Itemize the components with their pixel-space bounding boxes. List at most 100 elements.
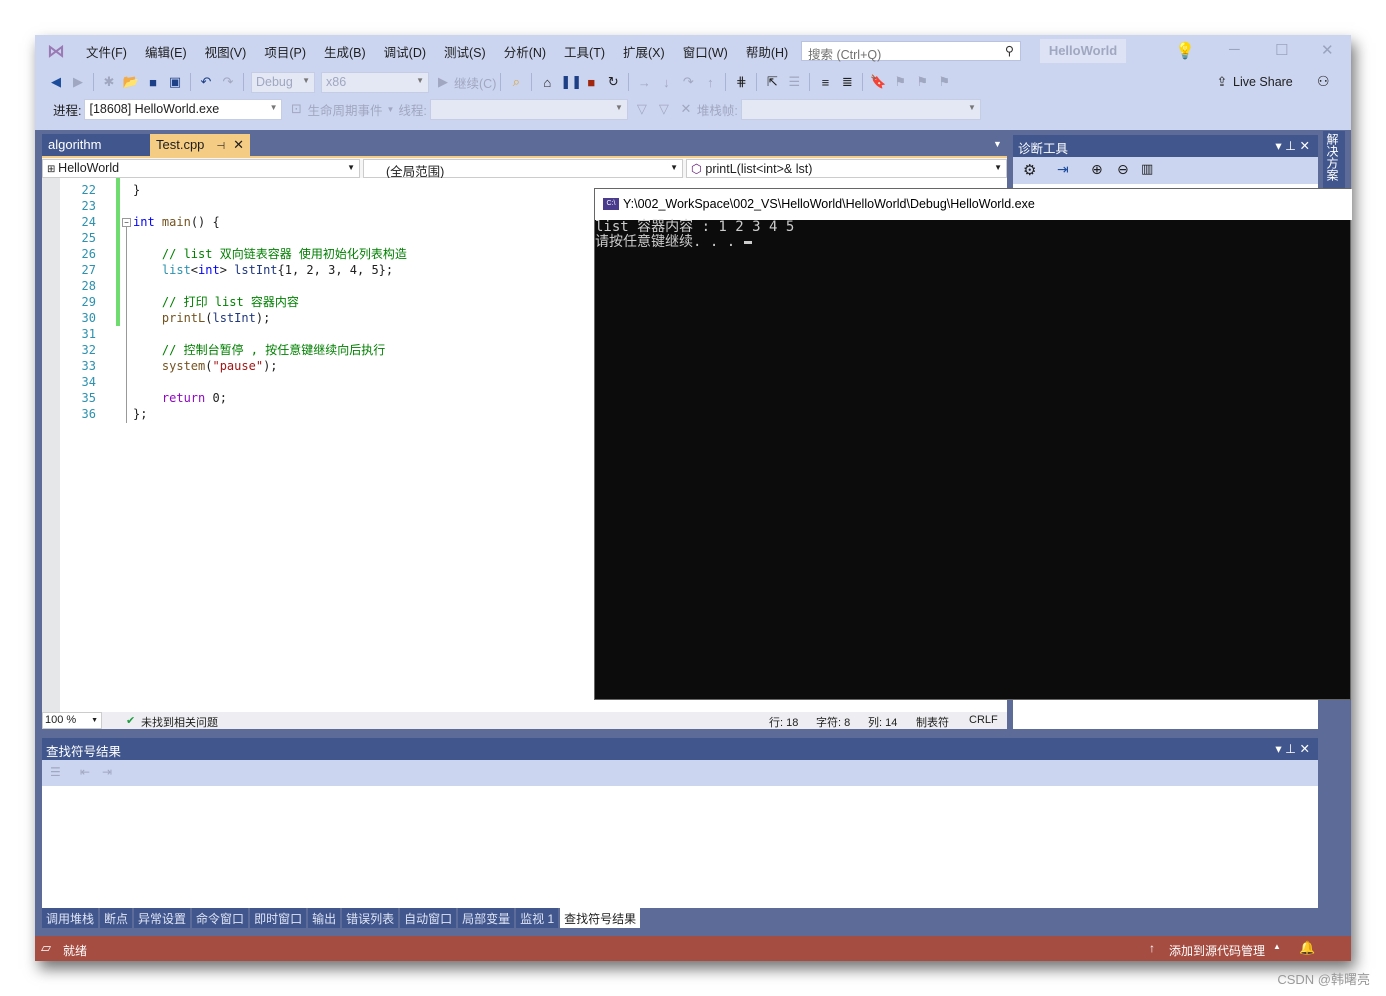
eol-indicator[interactable]: CRLF: [969, 714, 998, 726]
tab-test-cpp[interactable]: Test.cpp ⊣ ✕: [150, 134, 250, 156]
chart-icon[interactable]: ▥: [1141, 161, 1153, 177]
bottom-tab[interactable]: 即时窗口: [250, 908, 307, 928]
config-select[interactable]: Debug ▼: [251, 71, 315, 93]
prev-icon[interactable]: ⇤: [80, 765, 90, 779]
menu-item[interactable]: 工具(T): [555, 42, 614, 61]
stackframe-select[interactable]: ▼: [740, 98, 981, 120]
scope-select[interactable]: (全局范围) ▼: [363, 159, 683, 179]
indent-icon[interactable]: ☰: [785, 74, 803, 90]
menu-item[interactable]: 扩展(X): [614, 42, 674, 61]
close-tab-icon[interactable]: ✕: [233, 137, 244, 152]
flag-threads-icon[interactable]: ✕: [677, 101, 695, 117]
process-select[interactable]: [18608] HelloWorld.exe ▼: [84, 98, 283, 120]
bottom-tab[interactable]: 调用堆栈: [42, 908, 99, 928]
code-line: list<int> lstInt{1, 2, 3, 4, 5};: [133, 262, 407, 278]
project-select[interactable]: ⊞ HelloWorld ▼: [42, 159, 360, 178]
bottom-tab[interactable]: 异常设置: [134, 908, 191, 928]
next-icon[interactable]: ⇥: [102, 765, 112, 779]
lifecycle-events-button[interactable]: 生命周期事件: [307, 100, 382, 119]
bottom-tab[interactable]: 命令窗口: [192, 908, 249, 928]
tab-overflow-icon[interactable]: ▼: [993, 139, 1002, 149]
zoom-out-icon[interactable]: ⊖: [1117, 161, 1129, 178]
code-token: list: [133, 263, 191, 277]
restart-icon[interactable]: ↻: [604, 74, 622, 90]
search-input[interactable]: 搜索 (Ctrl+Q) ⚲: [801, 41, 1021, 62]
back-icon[interactable]: ◀: [47, 74, 65, 90]
pin-icon[interactable]: ⊣: [216, 141, 225, 152]
new-project-icon[interactable]: ✱: [100, 74, 118, 90]
hex-icon[interactable]: ⋕: [732, 74, 750, 90]
screenshot-icon[interactable]: ⌂: [538, 75, 556, 90]
line-number: 27: [81, 263, 96, 277]
bottom-tab[interactable]: 输出: [308, 908, 341, 928]
pause-icon[interactable]: ❚❚: [560, 74, 582, 90]
close-panel-icon[interactable]: ▾ ⊥ ✕: [1275, 138, 1310, 153]
step-over-icon[interactable]: ↷: [679, 74, 697, 90]
bottom-tab[interactable]: 断点: [100, 908, 133, 928]
close-button[interactable]: ✕: [1321, 41, 1334, 59]
menu-item[interactable]: 视图(V): [196, 42, 256, 61]
export-icon[interactable]: ⇥: [1057, 161, 1069, 178]
platform-select[interactable]: x86 ▼: [321, 71, 429, 93]
bottom-tab[interactable]: 监视 1: [516, 908, 559, 928]
prev-bookmark-icon[interactable]: ⚑: [891, 74, 909, 90]
continue-icon[interactable]: ▶: [434, 74, 452, 90]
code-token: <: [190, 263, 199, 277]
menu-item[interactable]: 分析(N): [495, 42, 555, 61]
undo-icon[interactable]: ↶: [197, 74, 215, 90]
tabs-indicator[interactable]: 制表符: [916, 714, 949, 730]
minimize-button[interactable]: ─: [1229, 41, 1240, 58]
menu-item[interactable]: 生成(B): [315, 42, 375, 61]
bottom-tab[interactable]: 自动窗口: [400, 908, 457, 928]
bottom-tab[interactable]: 错误列表: [342, 908, 399, 928]
comment-icon[interactable]: ≡: [816, 75, 834, 90]
close-panel-icon[interactable]: ▾ ⊥ ✕: [1275, 741, 1310, 756]
filter-icon[interactable]: ▽: [633, 101, 651, 117]
clear-bookmarks-icon[interactable]: ⚑: [935, 74, 953, 90]
settings-icon[interactable]: ⚙: [1023, 161, 1036, 179]
step-out-icon[interactable]: ↑: [701, 75, 719, 90]
issues-status[interactable]: 未找到相关问题: [141, 714, 218, 730]
zoom-in-icon[interactable]: ⊕: [1091, 161, 1103, 178]
stop-icon[interactable]: ■: [582, 75, 600, 90]
show-next-statement-icon[interactable]: →: [635, 75, 653, 90]
filter-clear-icon[interactable]: ▽: [655, 101, 673, 117]
menu-item[interactable]: 窗口(W): [674, 42, 737, 61]
menu-item[interactable]: 项目(P): [255, 42, 315, 61]
menu-item[interactable]: 编辑(E): [136, 42, 196, 61]
next-bookmark-icon[interactable]: ⚑: [913, 74, 931, 90]
feedback-icon[interactable]: 💡: [1175, 41, 1195, 61]
zoom-select[interactable]: 100 % ▼: [42, 712, 102, 729]
console-window[interactable]: C:\ Y:\002_WorkSpace\002_VS\HelloWorld\He…: [594, 188, 1352, 700]
thread-select[interactable]: ▼: [429, 98, 628, 120]
save-icon[interactable]: ■: [144, 75, 162, 90]
tab-algorithm[interactable]: algorithm: [42, 134, 150, 156]
account-icon[interactable]: ⚇: [1317, 73, 1330, 90]
collapse-icon[interactable]: −: [122, 218, 131, 227]
notifications-icon[interactable]: 🔔: [1299, 940, 1315, 956]
redo-icon[interactable]: ↷: [219, 74, 237, 90]
save-all-icon[interactable]: ▣: [166, 74, 184, 90]
maximize-button[interactable]: ☐: [1275, 41, 1288, 59]
menu-item[interactable]: 帮助(H): [737, 42, 797, 61]
find-icon[interactable]: ⌕: [507, 74, 525, 90]
member-select[interactable]: ⬡ printL(list<int>& lst) ▼: [686, 159, 1007, 178]
menu-item[interactable]: 测试(S): [435, 42, 495, 61]
continue-button[interactable]: 继续(C): [454, 73, 496, 92]
forward-icon[interactable]: ▶: [69, 74, 87, 90]
list-icon[interactable]: ☰: [50, 765, 61, 779]
menu-item[interactable]: 文件(F): [77, 42, 136, 61]
step-into-icon[interactable]: ↓: [657, 75, 675, 90]
menu-item[interactable]: 调试(D): [375, 42, 435, 61]
source-control-button[interactable]: 添加到源代码管理: [1169, 942, 1265, 959]
bottom-tab[interactable]: 局部变量: [458, 908, 515, 928]
open-icon[interactable]: 📂: [122, 74, 140, 90]
solution-explorer-tab[interactable]: 解决方案资源管理器: [1323, 131, 1345, 191]
select-icon[interactable]: ⇱: [763, 74, 781, 90]
code-token: );: [255, 311, 271, 325]
uncomment-icon[interactable]: ≣: [838, 74, 856, 90]
bottom-tab[interactable]: 查找符号结果: [560, 908, 641, 928]
bookmark-icon[interactable]: 🔖: [869, 74, 887, 90]
live-share-button[interactable]: ⇪ Live Share: [1211, 68, 1293, 96]
